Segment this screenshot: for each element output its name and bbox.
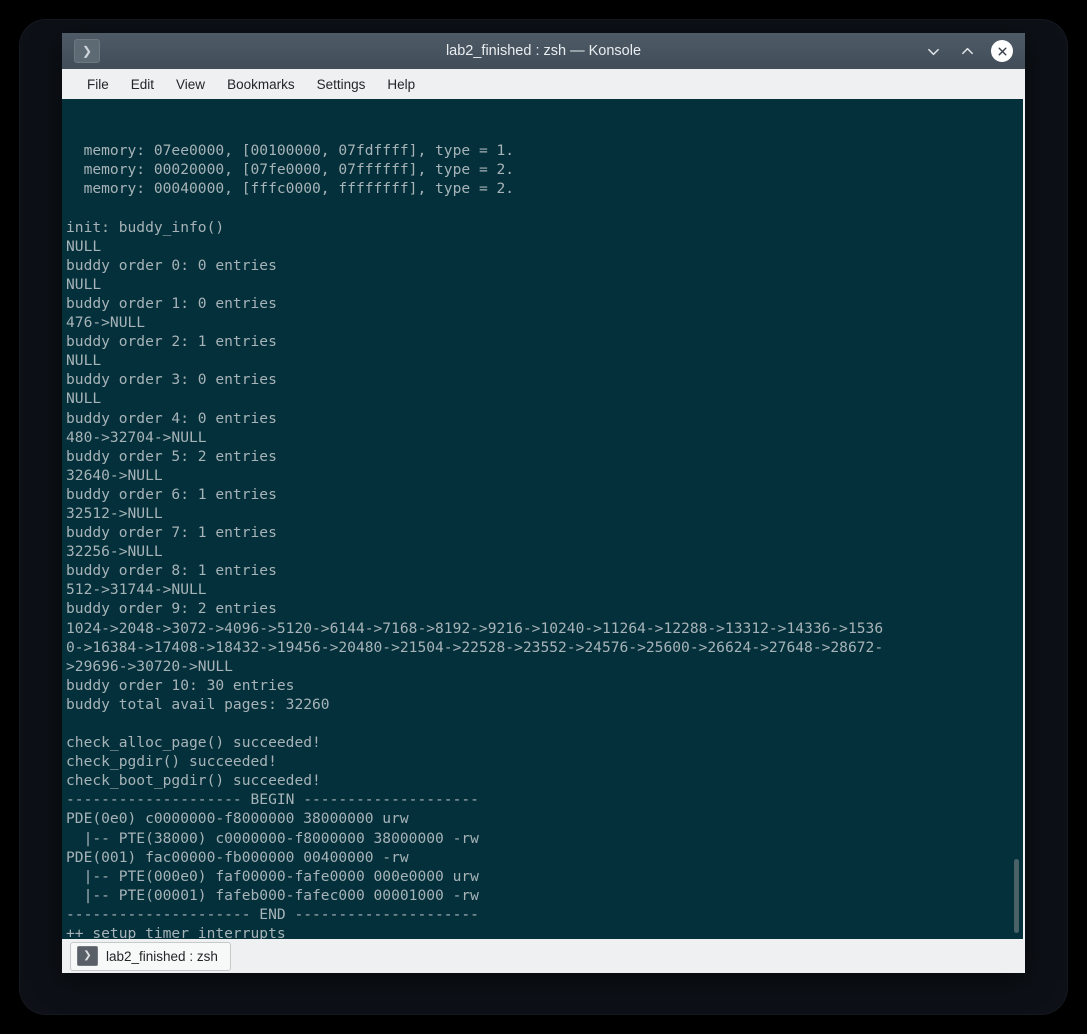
terminal-line: 32256->NULL: [66, 543, 163, 561]
terminal-line: buddy order 9: 2 entries: [66, 600, 277, 618]
terminal-prompt-icon: ❯: [74, 39, 100, 63]
tab-bar: ❯ lab2_finished : zsh: [62, 939, 1025, 973]
terminal-line: buddy order 1: 0 entries: [66, 294, 277, 312]
terminal-prompt-icon: ❯: [77, 946, 98, 966]
terminal-line: buddy order 2: 1 entries: [66, 333, 277, 351]
terminal-line: 512->31744->NULL: [66, 581, 207, 599]
terminal-line: NULL: [66, 275, 102, 293]
terminal-line: >29696->30720->NULL: [66, 657, 233, 675]
terminal-line: PDE(001) fac00000-fb000000 00400000 -rw: [66, 848, 409, 866]
menu-item-view[interactable]: View: [165, 73, 216, 96]
terminal-line: memory: 00040000, [fffc0000, ffffffff], …: [66, 180, 515, 198]
terminal-area: memory: 07ee0000, [00100000, 07fdffff], …: [62, 99, 1025, 939]
terminal-line: memory: 07ee0000, [00100000, 07fdffff], …: [66, 142, 515, 160]
terminal-line: NULL: [66, 352, 102, 370]
tab-lab2-finished[interactable]: ❯ lab2_finished : zsh: [70, 941, 231, 971]
window-title: lab2_finished : zsh — Konsole: [445, 43, 642, 59]
terminal-line: buddy order 0: 0 entries: [66, 256, 277, 274]
terminal-line: buddy order 10: 30 entries: [66, 676, 295, 694]
desktop-background: ❯ lab2_finished : zsh — Konsole File Edi…: [0, 0, 1087, 1034]
terminal-line: PDE(0e0) c0000000-f8000000 38000000 urw: [66, 810, 409, 828]
terminal-output[interactable]: memory: 07ee0000, [00100000, 07fdffff], …: [62, 99, 1010, 939]
menu-item-edit[interactable]: Edit: [120, 73, 165, 96]
terminal-line: NULL: [66, 390, 102, 408]
menu-item-help[interactable]: Help: [376, 73, 426, 96]
terminal-line: memory: 00020000, [07fe0000, 07ffffff], …: [66, 161, 515, 179]
terminal-line: |-- PTE(38000) c0000000-f8000000 3800000…: [66, 829, 479, 847]
title-bar[interactable]: ❯ lab2_finished : zsh — Konsole: [62, 33, 1025, 69]
menu-bar: File Edit View Bookmarks Settings Help: [62, 69, 1025, 99]
terminal-line: --------------------- END --------------…: [66, 905, 479, 923]
terminal-line: buddy order 6: 1 entries: [66, 485, 277, 503]
terminal-line: buddy order 7: 1 entries: [66, 524, 277, 542]
terminal-line: 32512->NULL: [66, 504, 163, 522]
terminal-line: 476->NULL: [66, 314, 146, 332]
terminal-line: ++ setup timer interrupts: [66, 925, 286, 939]
terminal-line: NULL: [66, 237, 102, 255]
terminal-line: buddy order 5: 2 entries: [66, 447, 277, 465]
close-icon[interactable]: [991, 40, 1013, 62]
terminal-line: 480->32704->NULL: [66, 428, 207, 446]
terminal-line: buddy order 4: 0 entries: [66, 409, 277, 427]
tab-label: lab2_finished : zsh: [106, 948, 218, 964]
terminal-line: 1024->2048->3072->4096->5120->6144->7168…: [66, 619, 884, 637]
konsole-window: ❯ lab2_finished : zsh — Konsole File Edi…: [62, 33, 1025, 973]
terminal-line: |-- PTE(00001) fafeb000-fafec000 0000100…: [66, 886, 479, 904]
menu-item-bookmarks[interactable]: Bookmarks: [216, 73, 306, 96]
terminal-line: |-- PTE(000e0) faf00000-fafe0000 000e000…: [66, 867, 479, 885]
terminal-line: buddy order 3: 0 entries: [66, 371, 277, 389]
terminal-line: 32640->NULL: [66, 466, 163, 484]
scrollbar-thumb[interactable]: [1014, 859, 1019, 933]
chevron-down-icon[interactable]: [923, 41, 943, 61]
terminal-line: buddy order 8: 1 entries: [66, 562, 277, 580]
terminal-line: check_alloc_page() succeeded!: [66, 734, 321, 752]
menu-item-file[interactable]: File: [76, 73, 120, 96]
terminal-scrollbar[interactable]: [1010, 99, 1023, 939]
menu-item-settings[interactable]: Settings: [306, 73, 377, 96]
terminal-line: init: buddy_info(): [66, 218, 225, 236]
terminal-line: -------------------- BEGIN -------------…: [66, 791, 479, 809]
terminal-scrollback: memory: 07ee0000, [00100000, 07fdffff], …: [66, 141, 1010, 939]
terminal-line: check_boot_pgdir() succeeded!: [66, 772, 321, 790]
chevron-up-icon[interactable]: [957, 41, 977, 61]
window-controls: [923, 40, 1019, 62]
terminal-line: check_pgdir() succeeded!: [66, 753, 277, 771]
terminal-line: buddy total avail pages: 32260: [66, 695, 330, 713]
terminal-line: 0->16384->17408->18432->19456->20480->21…: [66, 638, 884, 656]
